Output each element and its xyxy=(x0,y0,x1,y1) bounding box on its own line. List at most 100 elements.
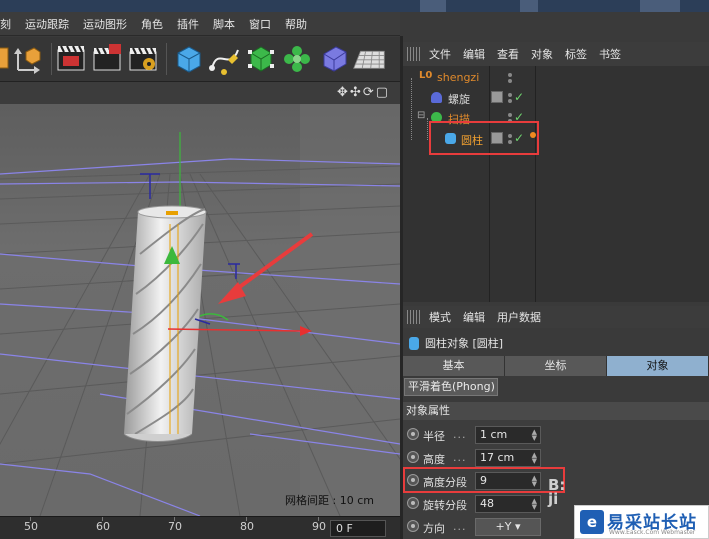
tab-phong[interactable]: 平滑着色(Phong) xyxy=(404,378,498,396)
animate-radio[interactable] xyxy=(407,428,419,440)
visibility-dot[interactable] xyxy=(508,73,512,77)
floor-plane-icon[interactable] xyxy=(352,42,392,76)
menu-item-character[interactable]: 角色 xyxy=(134,16,170,32)
am-menu-user-data[interactable]: 用户数据 xyxy=(491,309,547,325)
panel-grip-icon[interactable] xyxy=(407,47,421,61)
viewport-header: ✥✣⟳▢ xyxy=(0,82,400,104)
om-menu-object[interactable]: 对象 xyxy=(525,46,559,62)
menu-item-script[interactable]: 脚本 xyxy=(206,16,242,32)
toolbar-separator xyxy=(166,43,167,75)
attribute-manager-menubar: 模式 编辑 用户数据 xyxy=(403,306,709,328)
timeline-number: 50 xyxy=(24,520,38,533)
field-value: 48 xyxy=(480,497,494,510)
top-strip-decoration xyxy=(520,0,538,12)
object-tag-icon[interactable] xyxy=(491,91,503,103)
spinner-icon[interactable]: ▲ ▼ xyxy=(532,498,537,511)
highlight-box-height-segments xyxy=(403,467,565,493)
prop-label: 高度 xyxy=(423,453,445,466)
timeline-number: 70 xyxy=(168,520,182,533)
tab-object[interactable]: 对象 xyxy=(607,356,709,376)
render-dot[interactable] xyxy=(508,79,512,83)
visibility-dot[interactable] xyxy=(508,93,512,97)
om-menu-edit[interactable]: 编辑 xyxy=(457,46,491,62)
viewport-nav-icons[interactable]: ✥✣⟳▢ xyxy=(337,85,390,100)
animate-radio[interactable] xyxy=(407,520,419,532)
menu-item-plugins[interactable]: 插件 xyxy=(170,16,206,32)
top-strip-decoration xyxy=(640,0,680,12)
object-row-helix[interactable]: 螺旋 ✓ xyxy=(403,88,709,108)
om-menu-bookmarks[interactable]: 书签 xyxy=(593,46,627,62)
object-row-shengzi[interactable]: L0 shengzi xyxy=(403,68,709,88)
clapper-render-settings-icon[interactable] xyxy=(127,42,161,76)
menu-item-engrave[interactable]: 刻 xyxy=(0,16,18,32)
animate-radio[interactable] xyxy=(407,497,419,509)
attribute-title: 圆柱对象 [圆柱] xyxy=(425,337,504,350)
rotation-segments-field[interactable]: 48 ▲ ▼ xyxy=(475,495,541,513)
am-menu-edit[interactable]: 编辑 xyxy=(457,309,491,325)
top-strip-decoration xyxy=(420,0,446,12)
grid-spacing-label: 网格间距 : 10 cm xyxy=(285,494,374,507)
om-menu-tags[interactable]: 标签 xyxy=(559,46,593,62)
attribute-title-bar: 圆柱对象 [圆柱] xyxy=(403,332,709,354)
axis-icon[interactable] xyxy=(12,42,46,76)
spinner-icon[interactable]: ▲ ▼ xyxy=(532,429,537,442)
timeline-number: 90 xyxy=(312,520,326,533)
prop-dots: ... xyxy=(453,428,467,441)
nurbs-cube-icon[interactable] xyxy=(244,42,278,76)
object-manager-list: L0 shengzi 螺旋 ✓ ⊟ 扫描 ✓ 圆柱 ✓ xyxy=(403,66,709,302)
menu-item-window[interactable]: 窗口 xyxy=(242,16,278,32)
helix-icon xyxy=(431,92,442,103)
field-value: 17 cm xyxy=(480,451,515,464)
main-menubar: 刻 运动跟踪 运动图形 角色 插件 脚本 窗口 帮助 xyxy=(0,12,400,36)
visibility-dot[interactable] xyxy=(508,113,512,117)
pen-spline-icon[interactable] xyxy=(208,42,242,76)
om-menu-view[interactable]: 查看 xyxy=(491,46,525,62)
watermark-side-text: B: ji xyxy=(548,476,566,508)
main-toolbar xyxy=(0,37,400,82)
collapse-toggle-icon[interactable]: ⊟ xyxy=(417,110,425,121)
window-top-strip xyxy=(0,0,709,12)
watermark-subtext: Www.Easck.Com Webmaster xyxy=(609,529,696,536)
attribute-tabs: 基本 坐标 对象 xyxy=(403,356,709,376)
current-frame-field[interactable]: 0 F xyxy=(330,520,386,537)
object-name[interactable]: shengzi xyxy=(437,71,479,84)
field-value: 1 cm xyxy=(480,428,508,441)
menu-item-motion-tracking[interactable]: 运动跟踪 xyxy=(18,16,76,32)
clapper-render-region-icon[interactable] xyxy=(91,42,125,76)
highlight-box-cylinder xyxy=(429,121,539,155)
twisted-rope-model xyxy=(123,205,207,442)
radius-field[interactable]: 1 cm ▲ ▼ xyxy=(475,426,541,444)
3d-viewport[interactable]: 网格间距 : 10 cm xyxy=(0,104,400,516)
object-properties-header: 对象属性 xyxy=(403,402,709,420)
om-menu-file[interactable]: 文件 xyxy=(423,46,457,62)
menu-item-help[interactable]: 帮助 xyxy=(278,16,314,32)
animate-radio[interactable] xyxy=(407,451,419,463)
watermark-logo-icon: e xyxy=(580,510,604,534)
orientation-dropdown[interactable]: +Y ▾ xyxy=(475,518,541,536)
am-menu-mode[interactable]: 模式 xyxy=(423,309,457,325)
timeline-number: 60 xyxy=(96,520,110,533)
prop-height: 高度 ... 17 cm ▲ ▼ xyxy=(403,447,709,469)
render-dot[interactable] xyxy=(508,99,512,103)
prop-dots: ... xyxy=(453,520,467,533)
height-field[interactable]: 17 cm ▲ ▼ xyxy=(475,449,541,467)
deformer-icon[interactable] xyxy=(318,42,352,76)
enabled-check-icon[interactable]: ✓ xyxy=(514,90,524,104)
prop-label: 方向 xyxy=(423,522,445,535)
menu-item-mograph[interactable]: 运动图形 xyxy=(76,16,134,32)
cube-add-icon[interactable] xyxy=(172,42,206,76)
watermark-badge: e 易采站长站 Www.Easck.Com Webmaster xyxy=(574,505,709,539)
spinner-icon[interactable]: ▲ ▼ xyxy=(532,452,537,465)
object-name[interactable]: 螺旋 xyxy=(448,91,470,107)
object-manager-menubar: 文件 编辑 查看 对象 标签 书签 xyxy=(403,42,709,66)
timeline-bar[interactable]: 50 60 70 80 90 0 F xyxy=(0,516,400,539)
toolbar-separator xyxy=(51,43,52,75)
panel-grip-icon[interactable] xyxy=(407,310,421,324)
tab-coord[interactable]: 坐标 xyxy=(505,356,607,376)
prop-label: 半径 xyxy=(423,430,445,443)
cloner-icon[interactable] xyxy=(280,42,314,76)
prop-radius: 半径 ... 1 cm ▲ ▼ xyxy=(403,424,709,446)
tab-basic[interactable]: 基本 xyxy=(403,356,505,376)
timeline-number: 80 xyxy=(240,520,254,533)
clapper-render-icon[interactable] xyxy=(55,42,89,76)
